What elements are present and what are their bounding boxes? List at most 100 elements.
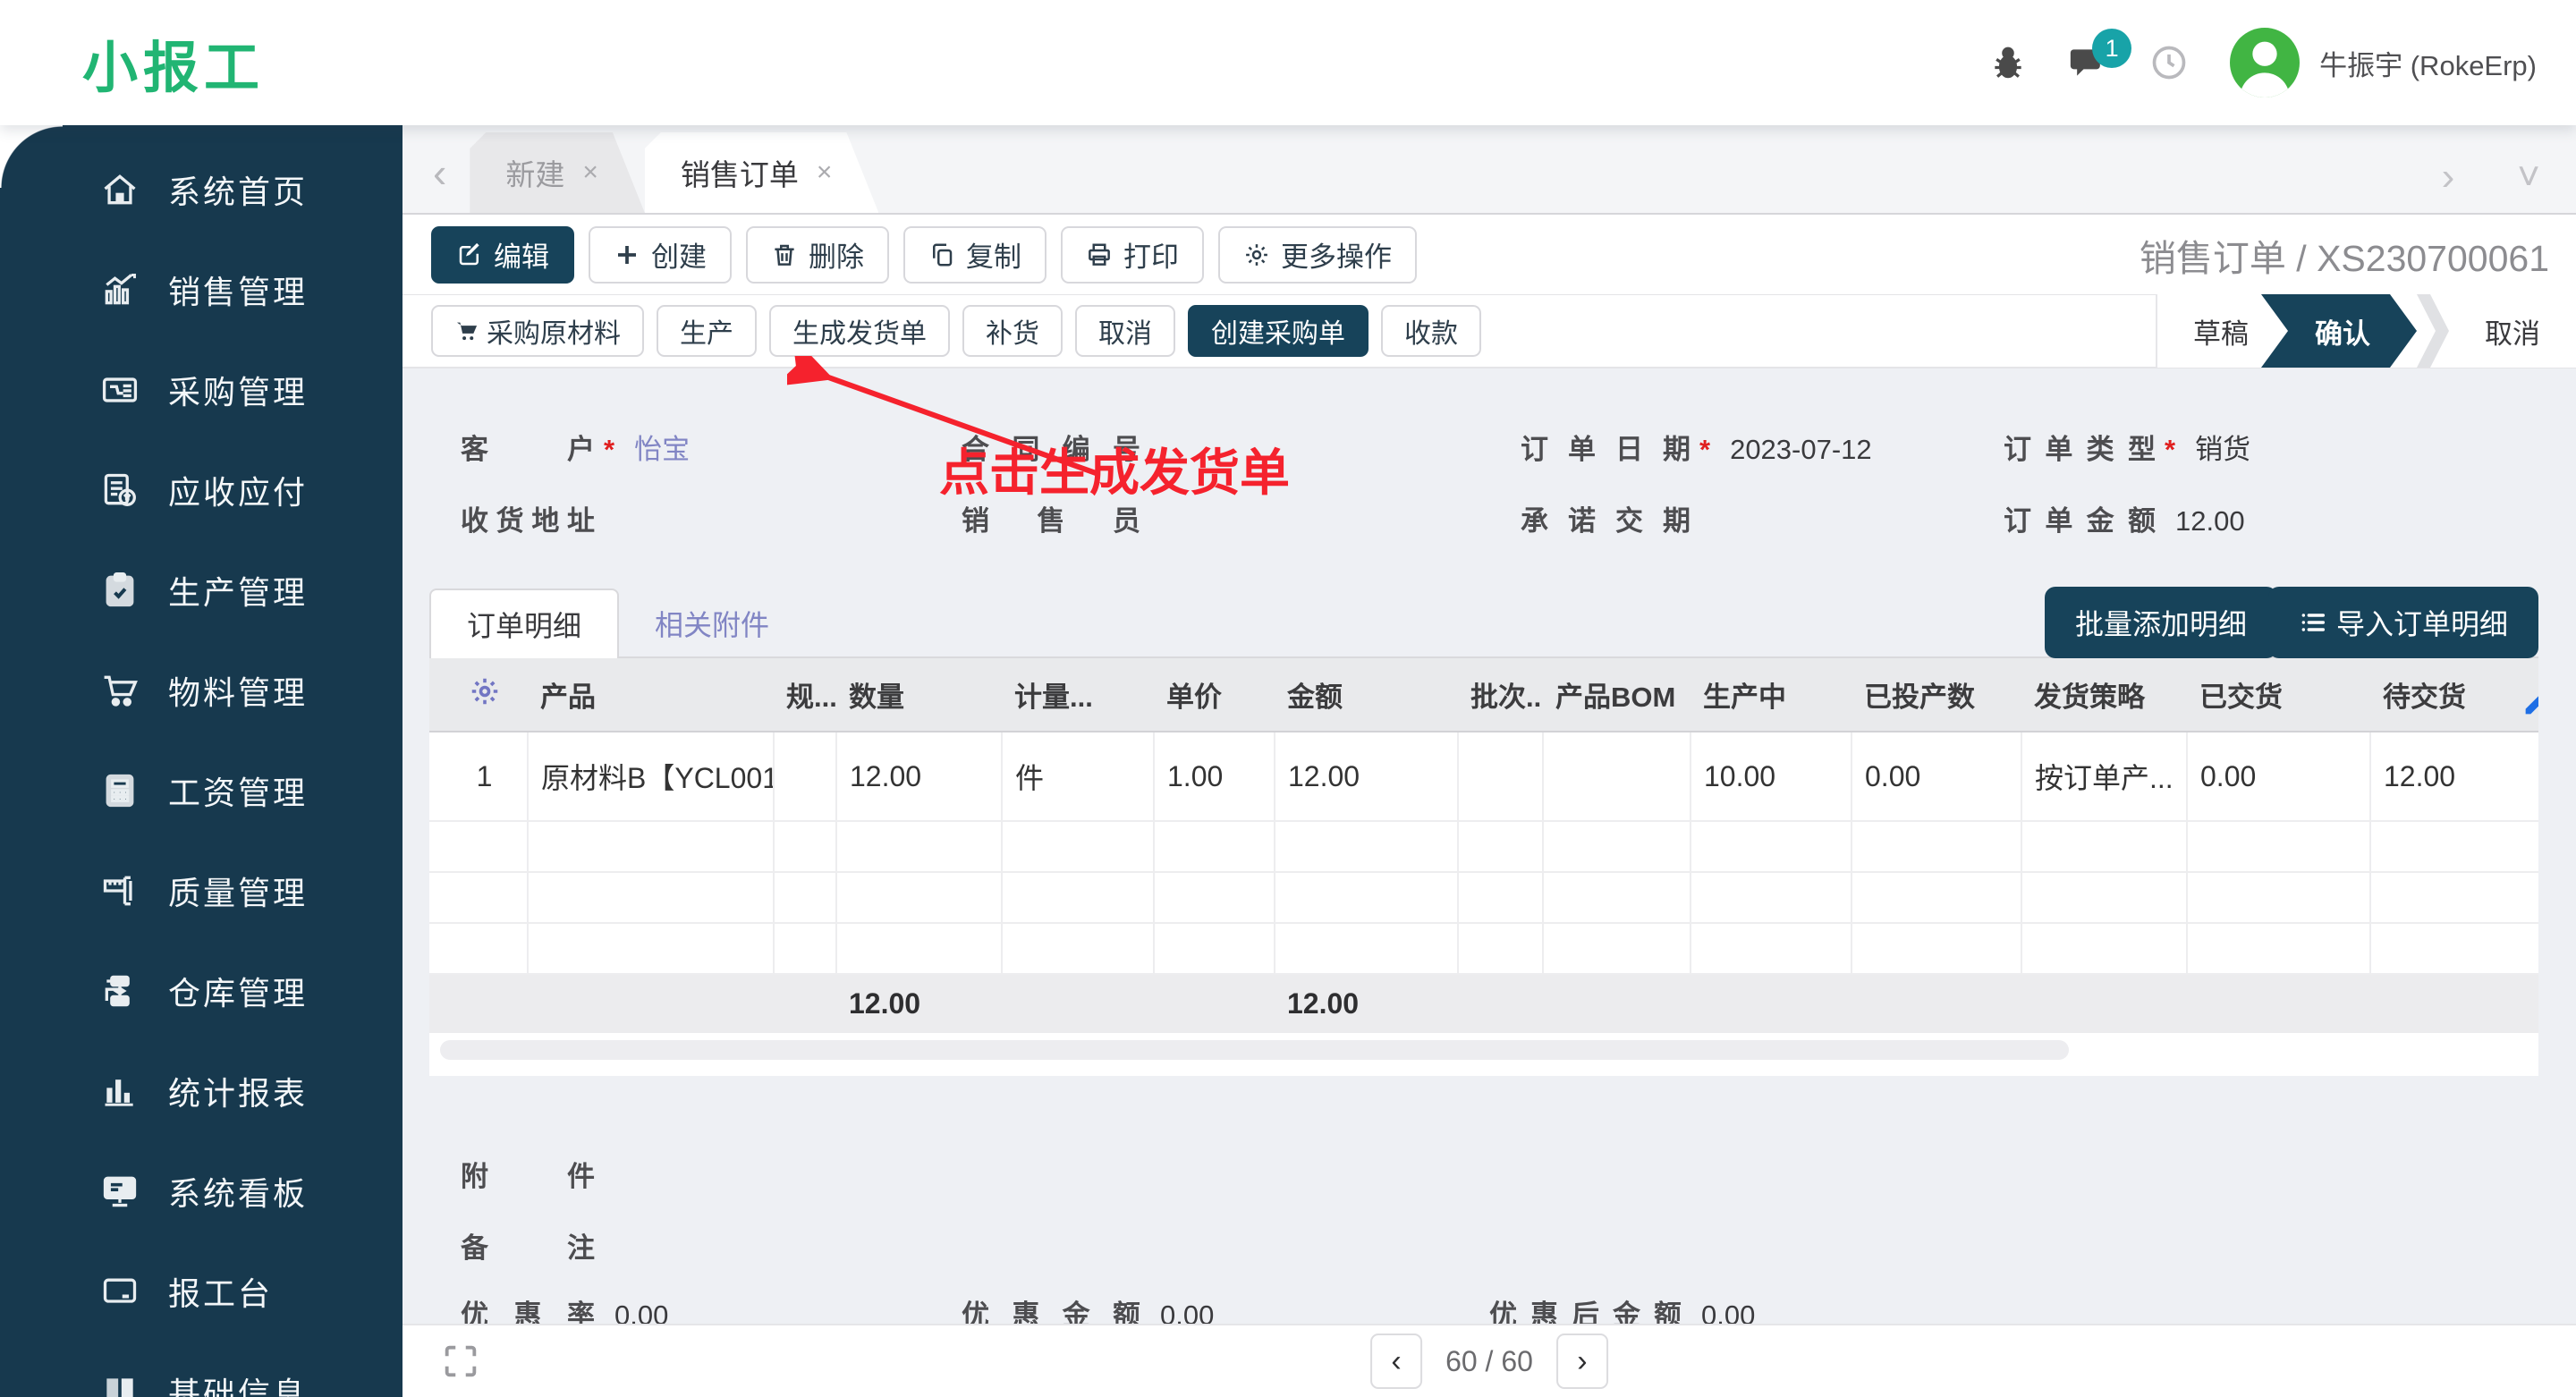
pager-next-button[interactable]: › xyxy=(1555,1334,1608,1389)
card-tabs: 订单明细 相关附件 批量添加明细 导入订单明细 xyxy=(429,581,2538,658)
totals-row: 12.00 12.00 xyxy=(429,974,2538,1033)
status-bar: 草稿 确认 取消 xyxy=(2156,294,2576,368)
empty-row xyxy=(429,923,2538,975)
tab-sales-order[interactable]: 销售订单 × xyxy=(645,132,879,213)
purchase-raw-material-button[interactable]: 采购原材料 xyxy=(431,305,644,357)
status-draft[interactable]: 草稿 xyxy=(2157,294,2284,368)
tab-order-lines[interactable]: 订单明细 xyxy=(429,588,620,658)
row-edit-icon[interactable] xyxy=(2521,689,2538,719)
col-amount: 金额 xyxy=(1275,658,1458,732)
table-header-row: 产品 规... 数量 计量... 单价 金额 批次... 产品BOM 生产中 已… xyxy=(429,658,2538,732)
document-title: 销售订单 / XS230700061 xyxy=(2139,237,2549,279)
sidebar-item-salary[interactable]: 工资管理 xyxy=(0,741,402,841)
create-delivery-button[interactable]: 生成发货单 xyxy=(769,305,950,357)
horizontal-scrollbar-thumb[interactable] xyxy=(440,1040,2069,1060)
cell-product: 原材料B【YCL001】 xyxy=(528,732,775,822)
sidebar-item-production[interactable]: 生产管理 xyxy=(0,540,402,640)
collect-payment-button[interactable]: 收款 xyxy=(1381,305,1481,357)
toolbar: 编辑 创建 删除 复制 打印 更多操作 销售订单 / XS230700061 xyxy=(402,215,2576,295)
bar-chart-icon xyxy=(100,1071,140,1111)
field-attachment: 附件 xyxy=(461,1161,595,1192)
sidebar-item-quality[interactable]: 质量管理 xyxy=(0,841,402,941)
trash-icon xyxy=(775,244,794,266)
status-cancelled[interactable]: 取消 xyxy=(2449,294,2576,368)
produce-button[interactable]: 生产 xyxy=(657,305,757,357)
copy-button[interactable]: 复制 xyxy=(903,225,1046,284)
caliper-icon xyxy=(100,871,140,910)
tab-new[interactable]: 新建 × xyxy=(470,132,645,213)
purchase-card-icon xyxy=(100,370,140,410)
sidebar-item-sales[interactable]: 销售管理 xyxy=(0,240,402,340)
fullscreen-icon[interactable] xyxy=(440,1341,481,1382)
bug-icon[interactable] xyxy=(1988,43,2028,82)
pager-prev-button[interactable]: ‹ xyxy=(1370,1334,1423,1389)
total-amount: 12.00 xyxy=(1275,974,1458,1033)
field-contract-no: 合同编号 xyxy=(962,434,1140,465)
create-purchase-order-button[interactable]: 创建采购单 xyxy=(1188,305,1368,357)
sales-chart-icon xyxy=(100,270,140,309)
sidebar-item-receivable-payable[interactable]: 应收应付 xyxy=(0,440,402,540)
field-order-type: 订单类型 * 销货 xyxy=(2004,434,2251,465)
avatar[interactable] xyxy=(2230,28,2301,97)
customer-value-link[interactable]: 怡宝 xyxy=(634,427,690,467)
tabs-back-chevron-icon[interactable]: ‹ xyxy=(402,152,470,213)
list-icon xyxy=(2301,614,2326,631)
col-spec: 规... xyxy=(774,658,836,732)
tablet-icon xyxy=(100,1272,140,1311)
col-product-bom: 产品BOM xyxy=(1543,658,1690,732)
create-button[interactable]: 创建 xyxy=(589,225,732,284)
batch-add-lines-button[interactable]: 批量添加明细 xyxy=(2044,587,2277,658)
sidebar-item-work-terminal[interactable]: 报工台 xyxy=(0,1241,402,1342)
pager: ‹ 60 / 60 › xyxy=(1370,1334,1608,1389)
header-right: 1 牛振宇 (RokeErp) xyxy=(1988,28,2537,97)
col-batch: 批次... xyxy=(1458,658,1543,732)
header-corner-curve xyxy=(0,125,63,188)
col-delivered: 已交货 xyxy=(2187,658,2370,732)
total-qty: 12.00 xyxy=(836,974,1002,1033)
cancel-button[interactable]: 取消 xyxy=(1075,305,1175,357)
clock-icon[interactable] xyxy=(2149,43,2189,82)
plus-icon xyxy=(618,245,636,264)
delete-button[interactable]: 删除 xyxy=(746,225,889,284)
field-remark: 备注 xyxy=(461,1232,595,1264)
sidebar-item-basic-info[interactable]: 基础信息 xyxy=(0,1342,402,1397)
field-order-amount: 订单金额 12.00 xyxy=(2004,505,2245,537)
col-to-deliver: 待交货 xyxy=(2370,658,2538,732)
import-lines-button[interactable]: 导入订单明细 xyxy=(2267,587,2538,658)
sidebar-item-warehouse[interactable]: 仓库管理 xyxy=(0,941,402,1041)
more-actions-button[interactable]: 更多操作 xyxy=(1218,225,1417,284)
cart-icon xyxy=(456,322,478,341)
sidebar-item-purchase[interactable]: 采购管理 xyxy=(0,340,402,440)
order-form: 客户 * 怡宝 收货地址 合同编号 销售员 订单日期 * 2023-07-12 … xyxy=(402,368,2576,581)
close-icon[interactable]: × xyxy=(817,157,833,188)
sidebar: 系统首页 销售管理 采购管理 应收应付 生产管理 物料管理 工资管理 质量管理 … xyxy=(0,125,402,1397)
sidebar-item-material[interactable]: 物料管理 xyxy=(0,640,402,741)
field-customer: 客户 * 怡宝 xyxy=(461,427,690,467)
table-row: 1 原材料B【YCL001】 12.00 件 1.00 12.00 10.00 … xyxy=(429,732,2538,822)
col-in-production: 生产中 xyxy=(1690,658,1852,732)
col-qty: 数量 xyxy=(836,658,1002,732)
tabs-collapse-chevron-icon[interactable]: ˅ xyxy=(2517,157,2540,197)
pager-text: 60 / 60 xyxy=(1445,1344,1533,1377)
order-lines-card: 订单明细 相关附件 批量添加明细 导入订单明细 产品 规... 数量 计量...… xyxy=(429,581,2538,1076)
replenish-button[interactable]: 补货 xyxy=(962,305,1063,357)
col-invested-qty: 已投产数 xyxy=(1852,658,2021,732)
column-config-gear-icon[interactable] xyxy=(469,675,501,707)
print-button[interactable]: 打印 xyxy=(1061,225,1204,284)
field-salesman: 销售员 xyxy=(962,505,1140,537)
tab-attachments[interactable]: 相关附件 xyxy=(619,588,805,658)
main-area: ‹ 新建 × 销售订单 × › ˅ 编辑 创建 删除 复制 打印 更多操作 销售… xyxy=(402,125,2576,1397)
sidebar-item-reports[interactable]: 统计报表 xyxy=(0,1041,402,1141)
order-lines-table: 产品 规... 数量 计量... 单价 金额 批次... 产品BOM 生产中 已… xyxy=(429,658,2538,1076)
brand-logo[interactable]: 小报工 xyxy=(82,22,265,103)
field-promise-date: 承诺交期 xyxy=(1521,505,1690,537)
edit-button[interactable]: 编辑 xyxy=(431,225,574,284)
username[interactable]: 牛振宇 (RokeErp) xyxy=(2319,43,2537,83)
tabs-forward-chevron-icon[interactable]: › xyxy=(2442,157,2455,197)
copy-icon xyxy=(933,243,953,266)
messages-icon[interactable]: 1 xyxy=(2069,29,2132,82)
sidebar-item-dashboard[interactable]: 系统看板 xyxy=(0,1141,402,1241)
horizontal-scrollbar xyxy=(440,1040,2528,1063)
status-confirmed[interactable]: 确认 xyxy=(2261,294,2417,368)
close-icon[interactable]: × xyxy=(582,157,598,188)
